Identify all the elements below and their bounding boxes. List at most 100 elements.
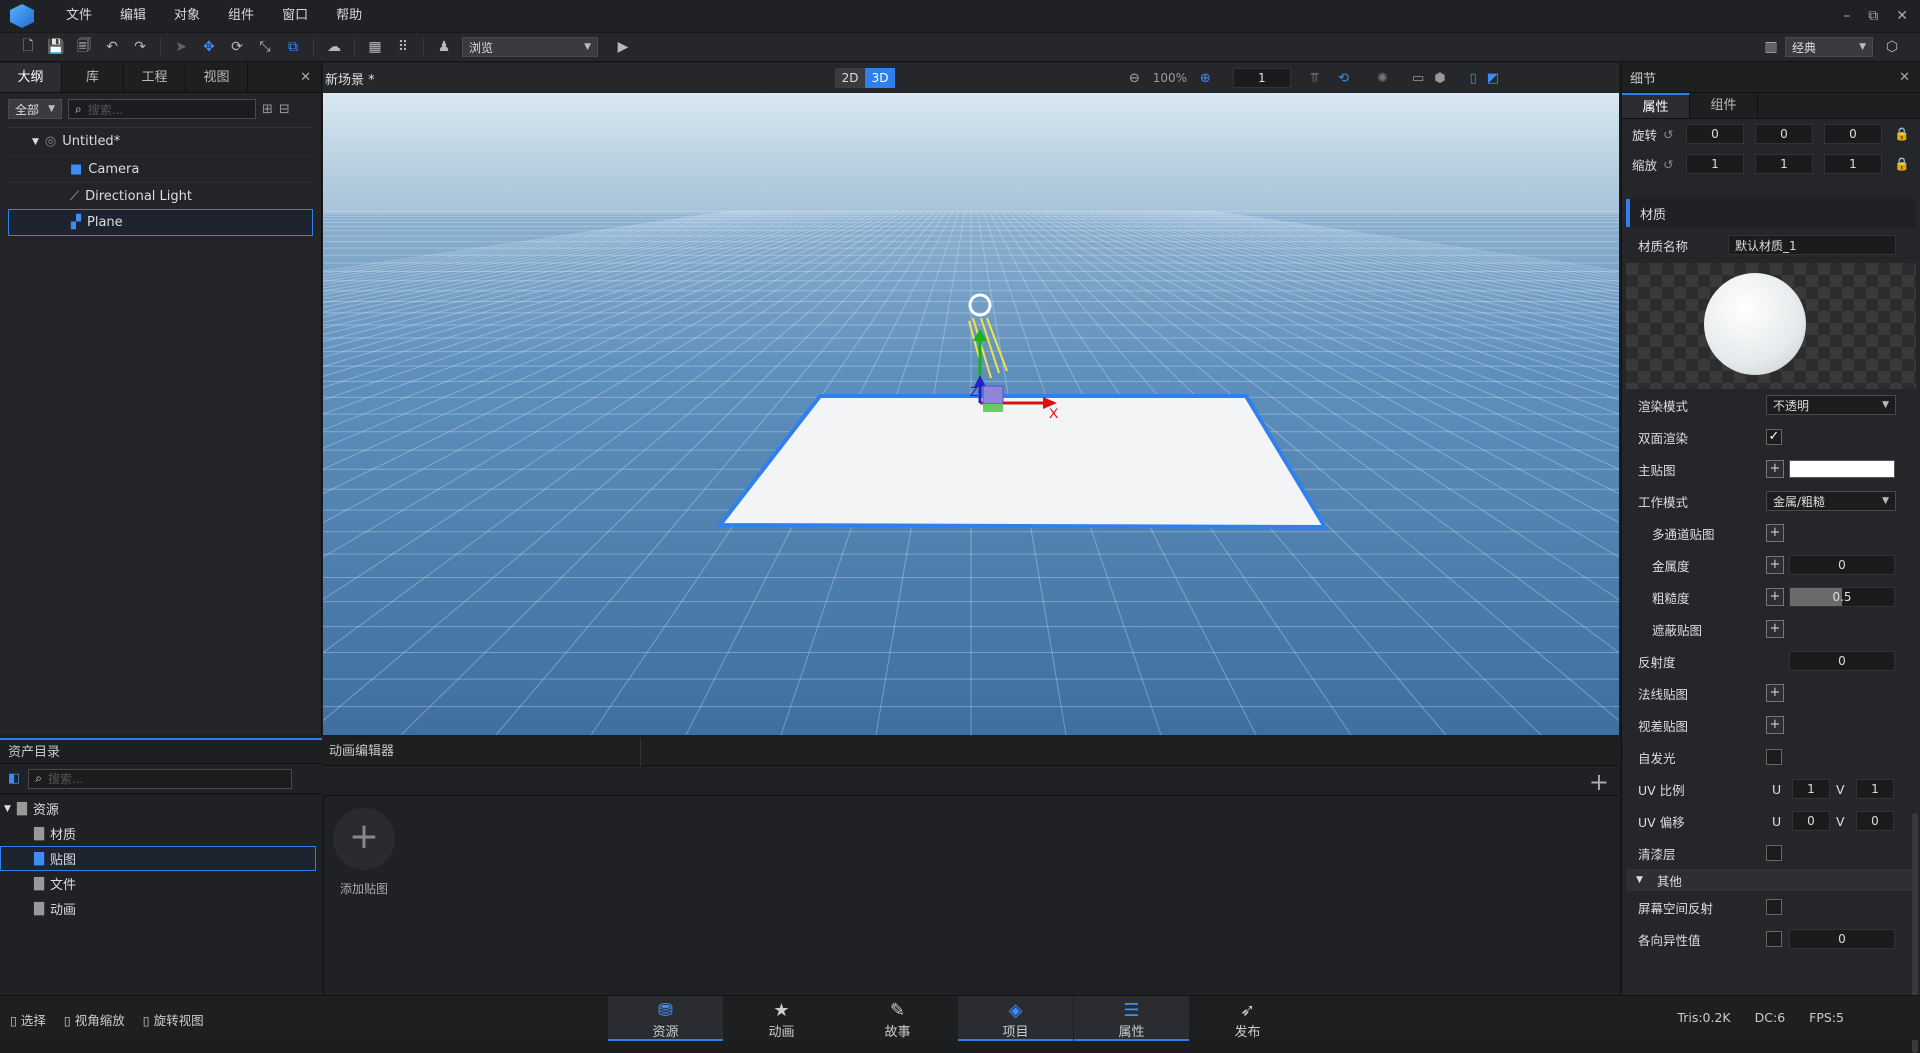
- chevron-down-icon[interactable]: ▼: [32, 137, 39, 147]
- render-mode-select[interactable]: 不透明 ▼: [1766, 395, 1896, 415]
- lock-view-icon[interactable]: ▯: [1470, 71, 1477, 86]
- scale-y-field[interactable]: 1: [1755, 154, 1813, 174]
- dots-grid-icon[interactable]: ⠿: [392, 36, 414, 58]
- add-texture-icon[interactable]: +: [1766, 620, 1784, 638]
- tab-components[interactable]: 组件: [1690, 93, 1758, 118]
- tree-item-scene[interactable]: ▼ ◎ Untitled*: [8, 128, 313, 155]
- main-color-swatch[interactable]: [1789, 460, 1895, 478]
- collapse-all-icon[interactable]: ⊟: [279, 102, 290, 117]
- close-panel-icon[interactable]: ✕: [1899, 70, 1920, 85]
- close-window-button[interactable]: ✕: [1896, 8, 1908, 24]
- add-texture-icon[interactable]: +: [1766, 460, 1784, 478]
- view-mode-select[interactable]: 浏览 ▼: [462, 37, 598, 57]
- add-texture-icon[interactable]: +: [1766, 588, 1784, 606]
- redo-icon[interactable]: ↷: [129, 36, 151, 58]
- scale-x-field[interactable]: 1: [1686, 154, 1744, 174]
- scene-tab[interactable]: 新场景 *: [323, 69, 375, 88]
- rotation-z-field[interactable]: 0: [1824, 124, 1882, 144]
- lock-icon[interactable]: 🔒: [1894, 126, 1910, 142]
- play-icon[interactable]: ▶: [612, 36, 634, 58]
- anim-editor-tab[interactable]: 动画编辑器: [323, 737, 641, 766]
- plane-mesh[interactable]: [715, 394, 1329, 530]
- asset-search-input[interactable]: ⌕ 搜索...: [28, 768, 293, 789]
- expand-all-icon[interactable]: ⊞: [262, 102, 273, 117]
- reflectance-field[interactable]: 0: [1789, 651, 1895, 671]
- mode-animation[interactable]: ★ 动画: [724, 996, 839, 1041]
- roughness-slider[interactable]: 0.5: [1789, 587, 1895, 607]
- rotation-y-field[interactable]: 0: [1755, 124, 1813, 144]
- add-icon[interactable]: +: [1589, 768, 1609, 796]
- close-panel-icon[interactable]: ✕: [290, 63, 321, 92]
- settings-icon[interactable]: ⬡: [1881, 36, 1903, 58]
- filter-select[interactable]: 全部 ▼: [8, 99, 62, 119]
- uv-scale-v-field[interactable]: 1: [1856, 779, 1894, 799]
- snap-icon[interactable]: ⟲: [1338, 71, 1349, 86]
- undo-icon[interactable]: ↶: [101, 36, 123, 58]
- double-sided-checkbox[interactable]: ✓: [1766, 429, 1782, 445]
- uv-offset-v-field[interactable]: 0: [1856, 811, 1894, 831]
- uv-scale-u-field[interactable]: 1: [1792, 779, 1830, 799]
- asset-folder-files[interactable]: ▇ 文件: [0, 871, 316, 896]
- mode-project[interactable]: ◈ 项目: [958, 996, 1073, 1041]
- work-mode-select[interactable]: 金属/粗糙 ▼: [1766, 491, 1896, 511]
- mode-assets[interactable]: ⛃ 资源: [608, 996, 723, 1041]
- mode-properties[interactable]: ☰ 属性: [1074, 996, 1189, 1041]
- add-texture-icon[interactable]: +: [1766, 556, 1784, 574]
- tree-item-camera[interactable]: ■ Camera: [8, 155, 313, 182]
- layout-select[interactable]: 经典 ▼: [1785, 37, 1873, 57]
- asset-folder-resources[interactable]: ▼ ▇ 资源: [0, 796, 316, 821]
- rotate-tool-icon[interactable]: ⟳: [226, 36, 248, 58]
- select-tool-icon[interactable]: ➤: [170, 36, 192, 58]
- scale-z-field[interactable]: 1: [1824, 154, 1882, 174]
- mode-story[interactable]: ✎ 故事: [840, 996, 955, 1041]
- material-preview[interactable]: [1626, 263, 1916, 389]
- tab-outline[interactable]: 大纲: [0, 63, 62, 92]
- menu-help[interactable]: 帮助: [322, 0, 376, 32]
- anisotropy-checkbox[interactable]: [1766, 931, 1782, 947]
- mode-3d-button[interactable]: 3D: [865, 68, 895, 88]
- asset-folder-materials[interactable]: ▇ 材质: [0, 821, 316, 846]
- save-icon[interactable]: 💾: [45, 36, 67, 58]
- menu-component[interactable]: 组件: [214, 0, 268, 32]
- layout-icon[interactable]: ▥: [1760, 36, 1782, 58]
- ssr-checkbox[interactable]: [1766, 899, 1782, 915]
- add-texture-icon[interactable]: +: [1766, 716, 1784, 734]
- asset-folder-animations[interactable]: ▇ 动画: [0, 896, 316, 921]
- menu-file[interactable]: 文件: [52, 0, 106, 32]
- shading-icon[interactable]: ◩: [1487, 71, 1499, 86]
- asset-folder-textures[interactable]: ▇ 贴图: [0, 846, 316, 871]
- user-icon[interactable]: ♟: [433, 36, 455, 58]
- rotation-x-field[interactable]: 0: [1686, 124, 1744, 144]
- metallic-field[interactable]: 0: [1789, 555, 1895, 575]
- other-section-header[interactable]: ▼ 其他: [1626, 869, 1916, 891]
- chevron-down-icon[interactable]: ▼: [4, 804, 11, 814]
- add-texture-icon[interactable]: +: [1766, 684, 1784, 702]
- zoom-out-icon[interactable]: ⊖: [1129, 71, 1140, 86]
- mode-publish[interactable]: ➶ 发布: [1190, 996, 1305, 1041]
- toggle-sidebar-icon[interactable]: ◧: [8, 771, 20, 786]
- emissive-checkbox[interactable]: [1766, 749, 1782, 765]
- camera-view-icon[interactable]: ▭: [1412, 71, 1424, 86]
- zoom-in-icon[interactable]: ⊕: [1200, 71, 1211, 86]
- cloud-icon[interactable]: ☁: [323, 36, 345, 58]
- reset-icon[interactable]: ↺: [1663, 157, 1673, 172]
- restore-button[interactable]: ⧉: [1868, 8, 1878, 24]
- minimize-button[interactable]: –: [1843, 8, 1850, 24]
- scene-canvas[interactable]: X Z: [323, 93, 1619, 735]
- tab-project[interactable]: 工程: [124, 63, 186, 92]
- menu-edit[interactable]: 编辑: [106, 0, 160, 32]
- tab-properties[interactable]: 属性: [1622, 93, 1690, 118]
- uv-offset-u-field[interactable]: 0: [1792, 811, 1830, 831]
- new-file-icon[interactable]: 🗋: [17, 36, 39, 58]
- mode-2d-button[interactable]: 2D: [835, 68, 865, 88]
- align-icon[interactable]: ⫪: [1311, 71, 1318, 86]
- outline-search-input[interactable]: ⌕ 搜索...: [68, 99, 256, 119]
- lock-icon[interactable]: 🔒: [1894, 156, 1910, 172]
- tree-item-light[interactable]: ⟋ Directional Light: [8, 182, 313, 209]
- scale-tool-icon[interactable]: ⤡: [254, 36, 276, 58]
- menu-object[interactable]: 对象: [160, 0, 214, 32]
- menu-window[interactable]: 窗口: [268, 0, 322, 32]
- bug-icon[interactable]: ✺: [1377, 71, 1388, 86]
- tab-library[interactable]: 库: [62, 63, 124, 92]
- reset-icon[interactable]: ↺: [1663, 127, 1673, 142]
